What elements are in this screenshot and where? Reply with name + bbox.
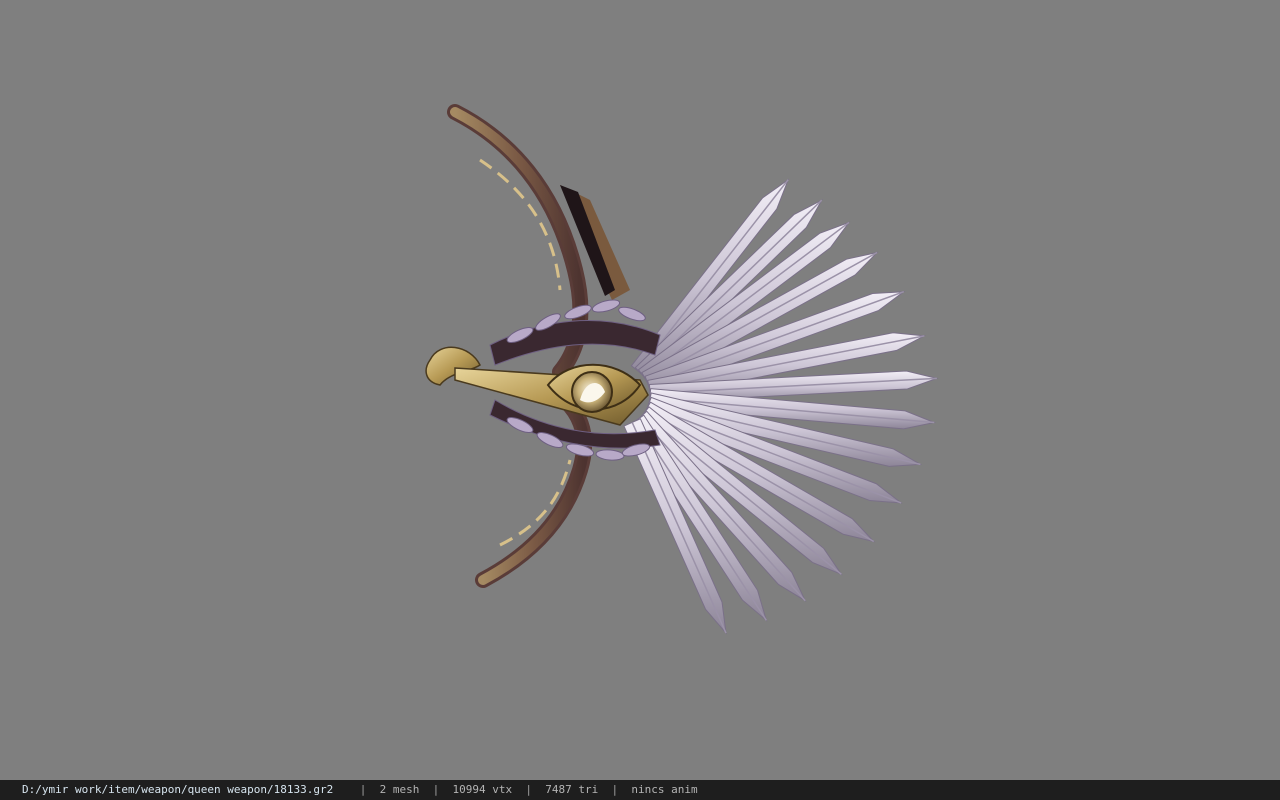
status-bar: D:/ymir work/item/weapon/queen weapon/18…: [0, 780, 1280, 800]
separator: |: [359, 783, 367, 796]
separator: |: [525, 783, 532, 796]
vertex-count: 10994 vtx: [452, 783, 513, 796]
3d-viewport[interactable]: [0, 0, 1280, 780]
triangle-count: 7487 tri: [545, 783, 599, 796]
file-path: D:/ymir work/item/weapon/queen weapon/18…: [22, 783, 334, 796]
weapon-model: [425, 104, 939, 635]
blades: [623, 178, 939, 635]
separator: |: [611, 783, 619, 796]
anim-info: nincs anim: [631, 783, 698, 796]
gold-hilt: [425, 346, 649, 426]
separator: |: [432, 783, 440, 796]
mesh-count: 2 mesh: [379, 783, 420, 796]
